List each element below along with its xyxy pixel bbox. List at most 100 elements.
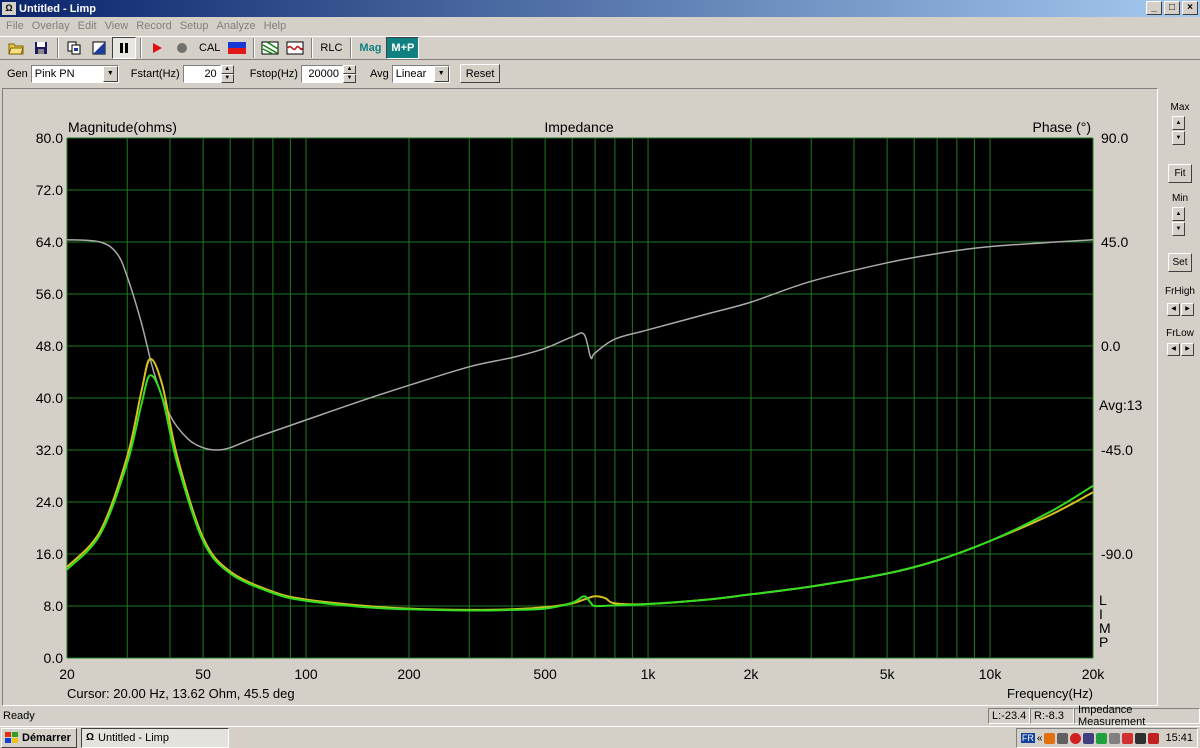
app-icon: Ω: [2, 2, 16, 15]
mag-button[interactable]: Mag: [355, 37, 385, 59]
spin-down-icon[interactable]: ▼: [342, 73, 356, 83]
x-tick-label: 500: [533, 666, 557, 682]
left-level: L:-23.4: [988, 708, 1030, 724]
menu-file[interactable]: File: [2, 20, 28, 32]
save-icon[interactable]: [29, 37, 53, 59]
waveform-icon[interactable]: [283, 37, 307, 59]
maximize-button[interactable]: □: [1164, 1, 1180, 15]
y2-tick-label: 45.0: [1101, 234, 1128, 250]
spin-down-icon[interactable]: ▼: [220, 73, 234, 83]
y2-tick-label: -45.0: [1101, 442, 1133, 458]
left-axis-label: Magnitude(ohms): [68, 119, 177, 135]
impedance-chart[interactable]: Magnitude(ohms) Impedance Phase (°) 20 50…: [3, 89, 1157, 705]
frhigh-left-button[interactable]: ◀: [1167, 303, 1180, 316]
blocked-icon[interactable]: [1070, 732, 1082, 744]
frlow-right-button[interactable]: ▶: [1181, 343, 1194, 356]
fit-button[interactable]: Fit: [1168, 164, 1192, 183]
menu-overlay[interactable]: Overlay: [28, 20, 74, 32]
y2-tick-label: -90.0: [1101, 546, 1133, 562]
generator-bar: Gen Pink PN ▼ Fstart(Hz) 20 ▲ ▼ Fstop(Hz) …: [0, 61, 1200, 86]
frequency-axis-label: Frequency(Hz): [1007, 686, 1093, 701]
cal-button[interactable]: CAL: [195, 37, 224, 59]
close-button[interactable]: ×: [1182, 1, 1198, 15]
x-tick-label: 2k: [744, 666, 760, 682]
menu-edit[interactable]: Edit: [74, 20, 101, 32]
scale-panel: Max ▲ ▼ Fit Min ▲ ▼ Set FrHigh ◀ ▶ FrLow…: [1160, 88, 1200, 706]
rlc-button[interactable]: RLC: [316, 37, 346, 59]
frlow-left-button[interactable]: ◀: [1167, 343, 1180, 356]
minimize-button[interactable]: _: [1146, 1, 1162, 15]
x-tick-label: 10k: [979, 666, 1003, 682]
reset-button[interactable]: Reset: [459, 64, 501, 83]
antivirus-icon[interactable]: [1148, 732, 1160, 744]
y-tick-label: 32.0: [36, 442, 63, 458]
copy-icon[interactable]: [62, 37, 86, 59]
avg-label: Avg: [369, 67, 389, 80]
chevron-down-icon[interactable]: ▼: [102, 65, 118, 82]
invert-icon[interactable]: [87, 37, 111, 59]
frhigh-right-button[interactable]: ▶: [1181, 303, 1194, 316]
start-button[interactable]: Démarrer: [1, 727, 77, 748]
language-indicator[interactable]: FR: [1020, 733, 1035, 743]
tools-icon[interactable]: [1109, 732, 1121, 744]
menu-view[interactable]: View: [101, 20, 133, 32]
chevron-down-icon[interactable]: ▼: [433, 65, 449, 82]
y-tick-label: 8.0: [44, 598, 64, 614]
taskbar: Démarrer Ω Untitled - Limp FR « 15:41: [0, 726, 1200, 748]
x-tick-label: 20: [59, 666, 75, 682]
y-tick-label: 64.0: [36, 234, 63, 250]
min-up-button[interactable]: ▲: [1172, 207, 1185, 221]
spin-up-icon[interactable]: ▲: [220, 64, 234, 74]
tray-expand-icon[interactable]: «: [1037, 733, 1043, 744]
frlow-label: FrLow: [1166, 328, 1194, 339]
network-icon[interactable]: [1083, 732, 1095, 744]
tray-app-icon[interactable]: [1044, 732, 1056, 744]
fstart-value: 20: [204, 67, 217, 80]
x-tick-label: 1k: [641, 666, 657, 682]
gen-select[interactable]: Pink PN ▼: [30, 64, 119, 83]
spin-up-icon[interactable]: ▲: [342, 64, 356, 74]
mag-phase-button[interactable]: M+P: [386, 37, 420, 59]
set-button[interactable]: Set: [1168, 253, 1192, 272]
clock: 15:41: [1165, 732, 1193, 744]
fstop-spinner[interactable]: ▲ ▼: [342, 64, 356, 83]
shield-icon[interactable]: [1096, 732, 1108, 744]
play-icon[interactable]: [145, 37, 169, 59]
pause-icon[interactable]: [112, 37, 136, 59]
avg-select[interactable]: Linear ▼: [391, 64, 450, 83]
max-label: Max: [1170, 102, 1190, 113]
task-limp[interactable]: Ω Untitled - Limp: [81, 727, 229, 748]
security-icon[interactable]: [1122, 732, 1134, 744]
x-tick-label: 100: [294, 666, 318, 682]
max-up-button[interactable]: ▲: [1172, 116, 1185, 130]
volume-icon[interactable]: [1057, 732, 1069, 744]
overlay-icon[interactable]: [258, 37, 282, 59]
status-text: Ready: [3, 710, 35, 722]
menu-analyze[interactable]: Analyze: [212, 20, 259, 32]
right-axis-label: Phase (°): [1032, 119, 1091, 135]
menu-help[interactable]: Help: [260, 20, 291, 32]
display-icon[interactable]: [1135, 732, 1147, 744]
y-tick-label: 72.0: [36, 182, 63, 198]
y-tick-label: 80.0: [36, 130, 63, 146]
y-tick-label: 48.0: [36, 338, 63, 354]
system-tray: FR « 15:41: [1015, 728, 1198, 748]
fstart-spinner[interactable]: ▲ ▼: [220, 64, 234, 83]
task-label: Untitled - Limp: [98, 731, 169, 744]
fstart-input[interactable]: 20: [182, 64, 221, 83]
max-down-button[interactable]: ▼: [1172, 131, 1185, 145]
fstop-input[interactable]: 20000: [300, 64, 343, 83]
min-down-button[interactable]: ▼: [1172, 222, 1185, 236]
x-tick-label: 5k: [880, 666, 896, 682]
menu-record[interactable]: Record: [132, 20, 175, 32]
color-bar-icon[interactable]: [225, 37, 249, 59]
gen-label: Gen: [7, 67, 28, 80]
y2-tick-label: 0.0: [1101, 338, 1121, 354]
menu-bar: File Overlay Edit View Record Setup Anal…: [0, 17, 1200, 35]
open-folder-icon[interactable]: [4, 37, 28, 59]
y-tick-label: 56.0: [36, 286, 63, 302]
menu-setup[interactable]: Setup: [176, 20, 213, 32]
stop-icon[interactable]: [170, 37, 194, 59]
gen-value: Pink PN: [34, 67, 75, 80]
min-label: Min: [1171, 193, 1189, 204]
